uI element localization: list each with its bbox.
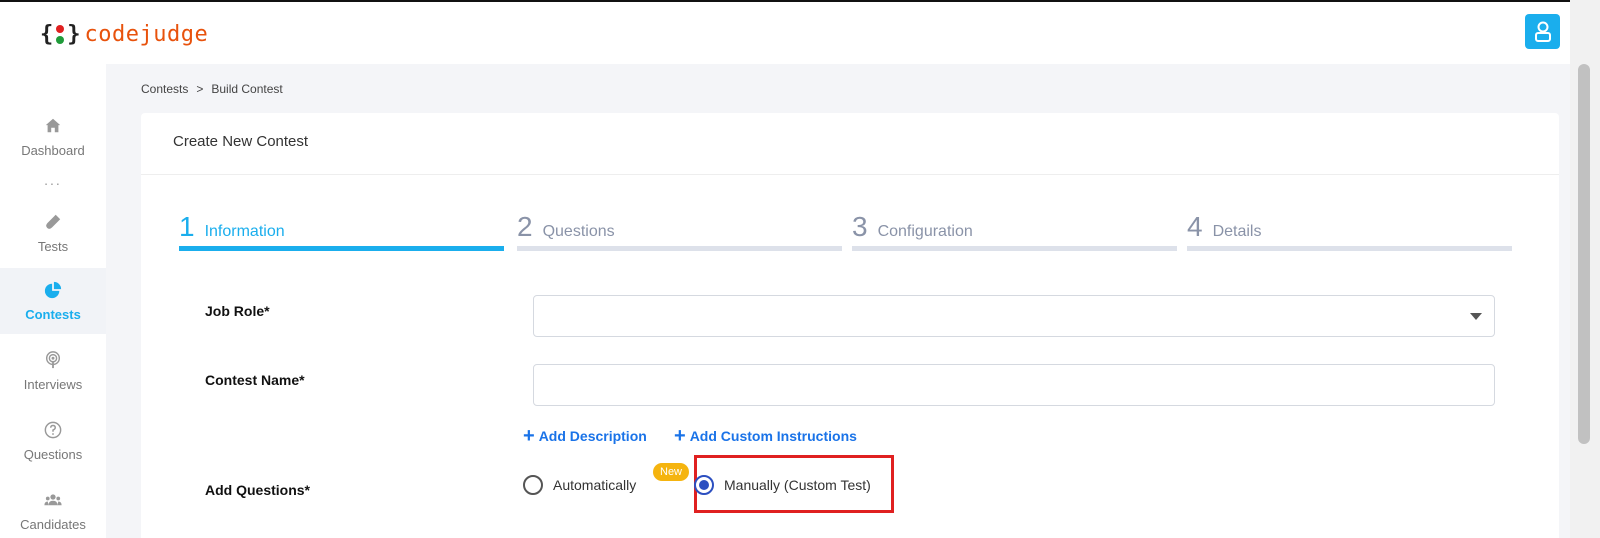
sidebar-item-label: Candidates — [20, 516, 86, 532]
add-questions-label: Add Questions* — [205, 482, 311, 498]
sidebar-item-contests[interactable]: Contests — [0, 268, 106, 334]
logo-red-dot — [56, 25, 65, 33]
radio-label: Manually (Custom Test) — [724, 477, 871, 493]
step-number: 4 — [1187, 211, 1203, 242]
top-bar: { } codejudge — [0, 0, 1570, 64]
tab-questions[interactable]: 2 Questions — [517, 211, 842, 251]
sidebar-item-questions[interactable]: Questions — [0, 408, 106, 474]
user-menu-button[interactable] — [1525, 14, 1560, 49]
step-label: Details — [1212, 223, 1262, 240]
codejudge-logo[interactable]: { } codejudge — [40, 22, 208, 47]
plus-icon: + — [674, 425, 686, 447]
sidebar-item-interviews[interactable]: Interviews — [0, 338, 106, 404]
radio-unchecked-icon — [523, 475, 543, 495]
breadcrumb-contests-link[interactable]: Contests — [141, 82, 188, 96]
breadcrumb-separator: > — [196, 82, 204, 96]
plus-icon: + — [523, 425, 535, 447]
sidebar-item-label: Questions — [23, 446, 83, 462]
sidebar: Dashboard ... Tests Contests Interviews … — [0, 64, 106, 538]
step-label: Information — [204, 223, 285, 240]
job-role-select[interactable] — [533, 295, 1495, 337]
page-title: Create New Contest — [141, 113, 1559, 175]
scrollbar-thumb[interactable] — [1578, 64, 1590, 444]
radio-checked-icon — [694, 475, 714, 495]
broadcast-icon — [45, 350, 61, 368]
step-tabs: 1 Information 2 Questions 3 Configuratio… — [179, 211, 1519, 251]
users-icon — [44, 493, 62, 505]
radio-label: Automatically — [553, 477, 637, 493]
sidebar-item-label: Dashboard — [21, 142, 85, 158]
logo-right-brace: } — [67, 22, 81, 47]
logo-name: codejudge — [84, 22, 209, 47]
question-circle-icon — [44, 421, 62, 438]
flask-icon — [46, 214, 61, 229]
job-role-label: Job Role* — [205, 303, 270, 319]
home-icon — [45, 118, 61, 132]
breadcrumb-current: Build Contest — [211, 82, 283, 96]
tab-details[interactable]: 4 Details — [1187, 211, 1512, 251]
step-label: Questions — [542, 223, 615, 240]
logo-green-dot — [56, 36, 65, 44]
contest-name-input[interactable] — [533, 364, 1495, 406]
add-custom-instructions-label: Add Custom Instructions — [689, 428, 857, 444]
chevron-down-icon — [1470, 313, 1482, 320]
step-number: 2 — [517, 211, 533, 242]
tab-configuration[interactable]: 3 Configuration — [852, 211, 1177, 251]
breadcrumb: Contests > Build Contest — [141, 82, 283, 96]
step-label: Configuration — [877, 223, 973, 240]
contest-name-label: Contest Name* — [205, 372, 305, 388]
tab-information[interactable]: 1 Information — [179, 211, 504, 251]
new-badge: New — [653, 463, 690, 481]
logo-left-brace: { — [40, 22, 54, 47]
sidebar-item-label: Tests — [37, 238, 69, 254]
add-description-link[interactable]: + Add Description — [523, 425, 647, 447]
logo-dots-icon — [56, 25, 65, 44]
sidebar-item-label: Interviews — [23, 376, 83, 392]
page-scrollbar[interactable] — [1570, 0, 1600, 538]
add-custom-instructions-link[interactable]: + Add Custom Instructions — [674, 425, 857, 447]
radio-manually[interactable]: Manually (Custom Test) — [694, 475, 871, 495]
pie-chart-icon — [44, 281, 62, 298]
sidebar-item-tests[interactable]: Tests — [0, 200, 106, 266]
sidebar-item-label: Contests — [25, 306, 81, 322]
sidebar-item-candidates[interactable]: Candidates — [0, 478, 106, 538]
sidebar-item-dashboard[interactable]: Dashboard — [0, 104, 106, 170]
radio-automatically[interactable]: Automatically — [523, 475, 636, 495]
step-number: 3 — [852, 211, 868, 242]
user-icon — [1534, 21, 1551, 42]
sidebar-separator: ... — [44, 172, 62, 188]
add-description-label: Add Description — [538, 428, 647, 444]
create-contest-card: Create New Contest 1 Information 2 Quest… — [141, 113, 1559, 538]
step-number: 1 — [179, 211, 195, 242]
